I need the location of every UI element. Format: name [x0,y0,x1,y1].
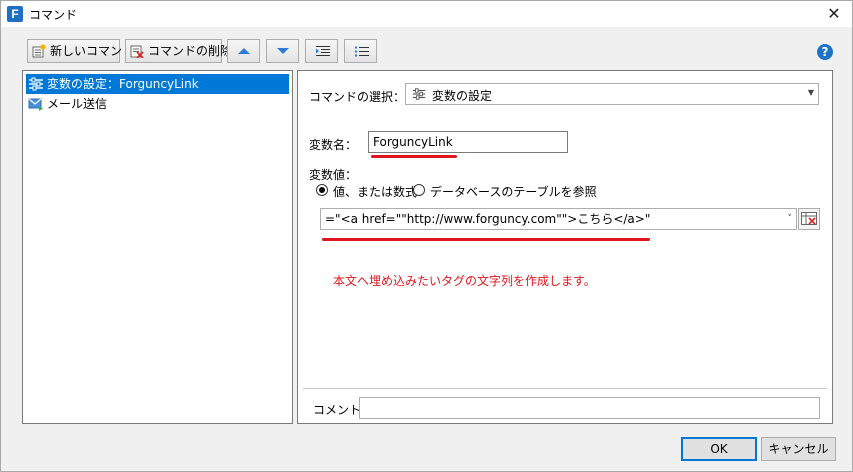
delete-command-button[interactable]: コマンドの削除 [125,39,232,63]
tree-item-label: 変数の設定：ForguncyLink [47,77,199,91]
move-down-button[interactable] [266,39,299,63]
annotation-underline [322,238,650,241]
comment-input[interactable] [359,397,820,419]
command-select-label: コマンドの選択： [309,90,406,104]
variable-value-label: 変数値： [309,168,358,182]
command-dialog: F コマンド ✕ 新しいコマンド コマンドの削除 ? 変数の設定：Forgunc… [0,0,853,472]
radio-value-or-formula[interactable] [316,184,328,196]
variable-set-icon [29,77,43,91]
ok-button[interactable]: OK [681,437,757,461]
command-tree: 変数の設定：ForguncyLink メール送信 [22,70,293,424]
variable-set-icon [412,88,426,100]
cancel-button[interactable]: キャンセル [761,437,836,461]
chevron-down-icon: ˅ [787,214,793,224]
tree-item-send-mail[interactable]: メール送信 [26,94,107,114]
outdent-button[interactable] [344,39,377,63]
delete-command-label: コマンドの削除 [148,44,233,58]
radio-database-table-label: データベースのテーブルを参照 [430,185,597,199]
command-select-dropdown[interactable]: 変数の設定 ▼ [405,83,819,105]
close-button[interactable]: ✕ [820,3,848,25]
arrow-down-icon [277,48,289,54]
annotation-underline [371,155,457,158]
help-icon[interactable]: ? [817,44,833,60]
tree-item-label: メール送信 [47,97,108,111]
tree-item-set-variable[interactable]: 変数の設定：ForguncyLink [26,74,289,94]
chevron-down-icon: ▼ [807,88,814,97]
comment-label: コメント [313,403,362,417]
formula-value: ="<a href=""http://www.forguncy.com"">こち… [325,212,651,226]
radio-database-table[interactable] [413,184,425,196]
indent-icon [316,46,330,56]
forguncy-app-icon: F [7,6,23,22]
command-properties: コマンドの選択： 変数の設定 ▼ 変数名： ForguncyLink 変数値： … [297,70,833,424]
radio-value-or-formula-label: 値、または数式 [333,185,418,199]
command-select-value: 変数の設定 [432,89,493,103]
variable-name-label: 変数名： [309,138,358,152]
title-bar: F コマンド ✕ [1,1,852,27]
window-title: コマンド [29,8,78,22]
delete-command-icon [130,45,144,58]
indent-button[interactable] [305,39,338,63]
new-command-label: 新しいコマンド [50,44,135,58]
formula-editor-icon [801,212,817,225]
arrow-up-icon [238,48,250,54]
variable-name-input[interactable]: ForguncyLink [368,131,568,153]
formula-input[interactable]: ="<a href=""http://www.forguncy.com"">こち… [320,208,797,230]
panel-divider [303,388,827,389]
outdent-icon [355,46,369,57]
new-command-icon [32,44,46,58]
new-command-button[interactable]: 新しいコマンド [27,39,134,63]
mail-icon [28,98,43,111]
move-up-button[interactable] [227,39,260,63]
formula-editor-button[interactable] [798,208,820,230]
annotation-text: 本文へ埋め込みたいタグの文字列を作成します。 [333,274,596,288]
